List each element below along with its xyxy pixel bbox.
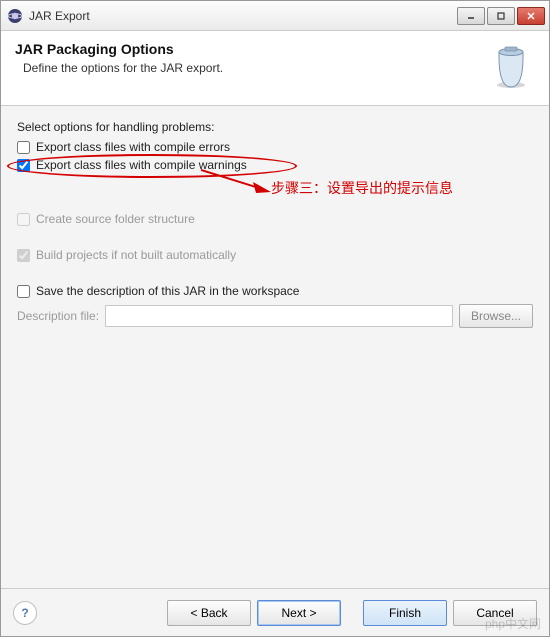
export-errors-row: Export class files with compile errors: [17, 140, 533, 154]
create-source-folder-checkbox: [17, 213, 30, 226]
wizard-banner: JAR Packaging Options Define the options…: [1, 31, 549, 106]
export-warnings-label: Export class files with compile warnings: [36, 158, 247, 172]
wizard-footer: ? < Back Next > Finish Cancel: [1, 588, 549, 636]
save-description-row: Save the description of this JAR in the …: [17, 284, 533, 298]
create-source-folder-row: Create source folder structure: [17, 212, 533, 226]
export-warnings-row: Export class files with compile warnings: [17, 158, 533, 172]
create-source-folder-label: Create source folder structure: [36, 212, 195, 226]
minimize-button[interactable]: [457, 7, 485, 25]
build-projects-label: Build projects if not built automaticall…: [36, 248, 236, 262]
description-file-label: Description file:: [17, 309, 99, 323]
eclipse-icon: [7, 8, 23, 24]
page-subtitle: Define the options for the JAR export.: [23, 61, 477, 75]
maximize-button[interactable]: [487, 7, 515, 25]
page-title: JAR Packaging Options: [15, 41, 477, 57]
finish-button[interactable]: Finish: [363, 600, 447, 626]
window-controls: [457, 7, 545, 25]
export-errors-checkbox[interactable]: [17, 141, 30, 154]
browse-button: Browse...: [459, 304, 533, 328]
build-projects-checkbox: [17, 249, 30, 262]
help-button[interactable]: ?: [13, 601, 37, 625]
export-errors-label: Export class files with compile errors: [36, 140, 230, 154]
description-file-input: [105, 305, 453, 327]
back-button[interactable]: < Back: [167, 600, 251, 626]
content-area: Select options for handling problems: Ex…: [1, 106, 549, 606]
description-file-row: Description file: Browse...: [17, 304, 533, 328]
problems-section-label: Select options for handling problems:: [17, 120, 533, 134]
titlebar: JAR Export: [1, 1, 549, 31]
save-description-label: Save the description of this JAR in the …: [36, 284, 299, 298]
next-button[interactable]: Next >: [257, 600, 341, 626]
jar-icon: [487, 43, 535, 91]
export-warnings-checkbox[interactable]: [17, 159, 30, 172]
window-title: JAR Export: [29, 9, 457, 23]
save-description-checkbox[interactable]: [17, 285, 30, 298]
close-button[interactable]: [517, 7, 545, 25]
cancel-button[interactable]: Cancel: [453, 600, 537, 626]
build-projects-row: Build projects if not built automaticall…: [17, 248, 533, 262]
help-icon: ?: [21, 606, 28, 620]
